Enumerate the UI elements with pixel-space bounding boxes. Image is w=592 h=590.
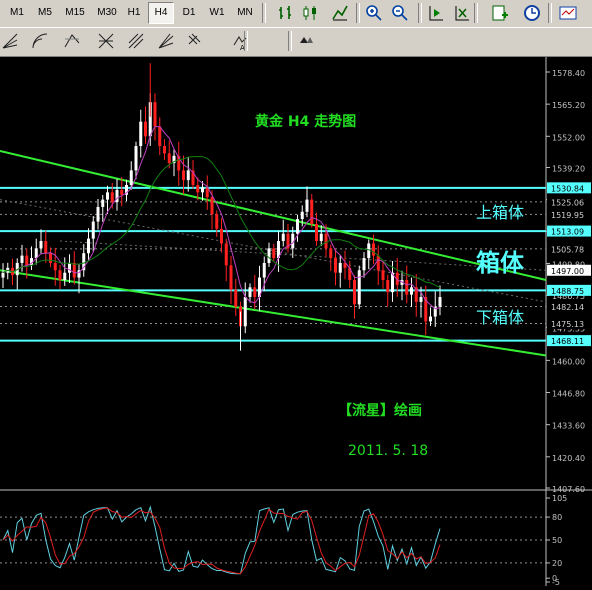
chart-shift-icon[interactable] xyxy=(426,3,446,23)
price-label: 1513.09 xyxy=(547,225,591,237)
price-tick-label: 1578.40 xyxy=(552,69,585,78)
svg-text:1475.13: 1475.13 xyxy=(551,320,584,329)
timeframe-m1-button[interactable]: M1 xyxy=(4,3,30,23)
zoom-out-icon[interactable] xyxy=(390,3,410,23)
indicator-tick-label: 105 xyxy=(552,494,567,503)
author-label: 【流星】绘画 xyxy=(338,402,422,419)
zoom-in-icon[interactable] xyxy=(364,3,384,23)
fibo-fan-icon[interactable] xyxy=(0,31,20,51)
svg-text:1488.75: 1488.75 xyxy=(551,287,584,296)
svg-text:1530.84: 1530.84 xyxy=(551,184,584,193)
svg-text:1482.14: 1482.14 xyxy=(551,303,584,312)
svg-text:1497.00: 1497.00 xyxy=(551,267,584,276)
chart-title: 黄金 H4 走势图 xyxy=(255,113,356,130)
price-label: 1525.06 xyxy=(547,196,591,208)
timeframe-h1-button[interactable]: H1 xyxy=(122,3,146,23)
price-label: 1488.75 xyxy=(547,284,591,296)
price-label: 1482.14 xyxy=(547,300,591,312)
fibo-grid-icon[interactable] xyxy=(96,31,116,51)
price-tick-label: 1552.00 xyxy=(552,133,585,142)
toolbar-row-timeframes: M1 M5 M15 M30 H1 H4 D1 W1 MN xyxy=(0,0,592,26)
svg-text:1505.78: 1505.78 xyxy=(551,245,584,254)
toolbar-separator xyxy=(548,3,552,23)
date-label: 2011. 5. 18 xyxy=(348,443,428,459)
price-tick-label: 1460.00 xyxy=(552,357,585,366)
price-tick-label: 1420.40 xyxy=(552,454,585,463)
timeframe-m15-button[interactable]: M15 xyxy=(60,3,90,23)
svg-text:1513.09: 1513.09 xyxy=(551,228,584,237)
toolbar-separator xyxy=(356,3,360,23)
toolbar: M1 M5 M15 M30 H1 H4 D1 W1 MN A xyxy=(0,0,592,57)
upper-box-label: 上箱体 xyxy=(476,203,524,222)
price-tick-label: 1446.80 xyxy=(552,390,585,399)
timeframe-m5-button[interactable]: M5 xyxy=(32,3,58,23)
price-chart[interactable]: 1578.401565.201552.001539.201526.001513.… xyxy=(0,57,592,587)
indicator-tick-label: 50 xyxy=(552,536,562,545)
bar-chart-icon[interactable] xyxy=(276,3,296,23)
box-label: 箱体 xyxy=(476,249,525,277)
timeframe-mn-button[interactable]: MN xyxy=(232,3,258,23)
price-label: 1497.00 xyxy=(547,264,591,276)
price-label: 1468.11 xyxy=(547,335,591,347)
arrows-icon[interactable] xyxy=(296,31,316,51)
toolbar-separator xyxy=(474,3,478,23)
timeframe-m30-button[interactable]: M30 xyxy=(92,3,122,23)
toolbar-separator xyxy=(262,3,266,23)
price-label: 1475.13 xyxy=(547,318,591,330)
gann-fan-icon[interactable] xyxy=(156,31,176,51)
new-order-icon[interactable] xyxy=(490,3,510,23)
gann-grid-icon[interactable] xyxy=(186,31,206,51)
indicator-tick-label: 20 xyxy=(552,559,562,568)
timeframe-h4-button[interactable]: H4 xyxy=(148,2,174,24)
lower-box-label: 下箱体 xyxy=(476,308,524,327)
price-label: 1505.78 xyxy=(547,243,591,255)
fibo-arcs-icon[interactable] xyxy=(30,31,50,51)
chart-window[interactable]: 1578.401565.201552.001539.201526.001513.… xyxy=(0,57,592,587)
price-label: 1519.95 xyxy=(547,208,591,220)
svg-text:1519.95: 1519.95 xyxy=(551,211,584,220)
fibo-expansion-icon[interactable] xyxy=(62,31,82,51)
indicator-tick-label: 80 xyxy=(552,513,562,522)
clock-icon[interactable] xyxy=(522,3,542,23)
timeframe-d1-button[interactable]: D1 xyxy=(176,3,202,23)
line-chart-icon[interactable] xyxy=(330,3,350,23)
gann-icon[interactable] xyxy=(126,31,146,51)
price-tick-label: 1539.20 xyxy=(552,164,585,173)
toolbar-separator xyxy=(418,3,422,23)
auto-scroll-icon[interactable] xyxy=(452,3,472,23)
indicator-tick-label: -5 xyxy=(552,578,560,586)
price-tick-label: 1433.60 xyxy=(552,422,585,431)
toolbar-separator xyxy=(244,31,248,51)
price-tick-label: 1565.20 xyxy=(552,101,585,110)
svg-text:1525.06: 1525.06 xyxy=(551,198,584,207)
toolbar-separator xyxy=(288,31,292,51)
price-tick-label: 1407.60 xyxy=(552,485,585,494)
price-label: 1530.84 xyxy=(547,182,591,194)
timeframe-w1-button[interactable]: W1 xyxy=(204,3,230,23)
candlestick-icon[interactable] xyxy=(300,3,320,23)
toolbar-row-drawing: A xyxy=(0,27,592,56)
svg-text:1468.11: 1468.11 xyxy=(551,337,584,346)
candle[interactable] xyxy=(357,265,361,309)
template-icon[interactable] xyxy=(558,3,578,23)
